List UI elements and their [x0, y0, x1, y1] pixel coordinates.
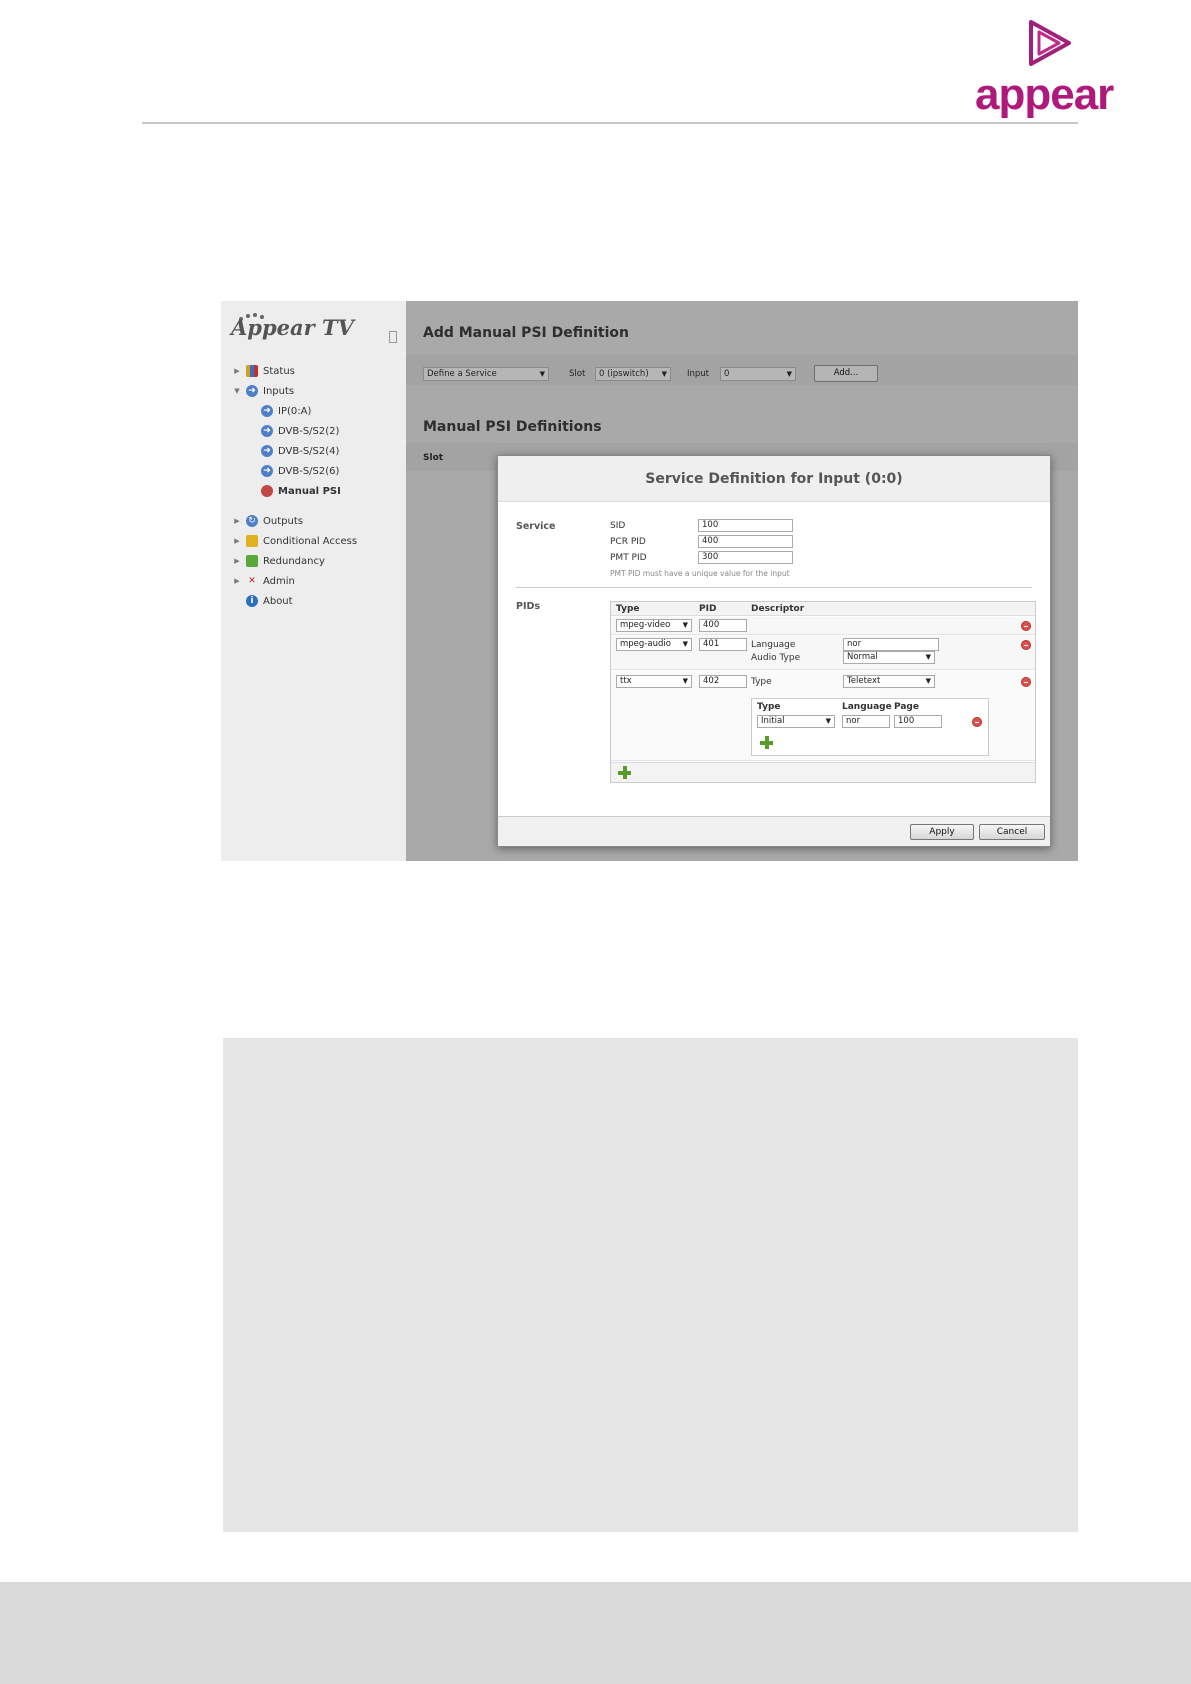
- sidebar-item-redundancy[interactable]: ▶ Redundancy: [233, 553, 325, 569]
- content-panel: [223, 1038, 1078, 1532]
- sidebar-item-dvb-4[interactable]: ➜ DVB-S/S2(4): [261, 443, 339, 459]
- sid-label: SID: [610, 521, 626, 531]
- pids-table-header: [611, 602, 1035, 616]
- remove-teletext-row-icon[interactable]: [972, 717, 982, 727]
- slot-select[interactable]: 0 (ipswitch) ▼: [595, 367, 671, 381]
- tools-icon: ✕: [248, 576, 256, 586]
- sidebar-item-conditional-access[interactable]: ▶ Conditional Access: [233, 533, 357, 549]
- page-footer: [0, 1582, 1191, 1684]
- chevron-down-icon: ▼: [682, 640, 688, 648]
- sidebar-item-inputs[interactable]: ▼ ➜ Inputs: [233, 383, 294, 399]
- input-select[interactable]: 0 ▼: [720, 367, 796, 381]
- descriptor-type-select[interactable]: Teletext ▼: [843, 675, 935, 688]
- output-arrow-icon: ↻: [246, 515, 258, 527]
- sidebar-item-admin[interactable]: ▶ ✕ Admin: [233, 573, 295, 589]
- pmt-pid-hint: PMT PID must have a unique value for the…: [610, 569, 790, 578]
- remove-row-icon[interactable]: [1021, 677, 1031, 687]
- pid-input[interactable]: 402: [699, 675, 747, 688]
- sid-input[interactable]: 100: [698, 519, 793, 532]
- teletext-type-header: Type: [757, 702, 781, 712]
- chevron-down-icon: ▼: [925, 677, 931, 685]
- teletext-type-select[interactable]: Initial ▼: [757, 715, 835, 728]
- section-divider: [516, 587, 1032, 588]
- chevron-down-icon: ▼: [786, 370, 792, 378]
- pcr-pid-label: PCR PID: [610, 537, 646, 547]
- dialog-title: Service Definition for Input (0:0): [498, 456, 1050, 502]
- language-label: Language: [751, 640, 796, 650]
- header-rule: [142, 122, 1078, 124]
- apply-button[interactable]: Apply: [910, 824, 974, 840]
- sidebar-item-outputs[interactable]: ▶ ↻ Outputs: [233, 513, 303, 529]
- pid-input[interactable]: 400: [699, 619, 747, 632]
- redundancy-icon: [246, 555, 258, 567]
- chevron-down-icon: ▼: [682, 677, 688, 685]
- teletext-table: Type Language Page Initial ▼ nor 100: [751, 698, 989, 756]
- pmt-pid-label: PMT PID: [610, 553, 647, 563]
- sidebar-item-about[interactable]: i About: [233, 593, 293, 609]
- brand-title: Appear TV: [231, 315, 354, 340]
- add-teletext-row-icon[interactable]: [760, 736, 773, 749]
- cancel-button[interactable]: Cancel: [979, 824, 1045, 840]
- teletext-page-input[interactable]: 100: [894, 715, 942, 728]
- input-arrow-icon: ➜: [246, 385, 258, 397]
- pid-input[interactable]: 401: [699, 638, 747, 651]
- add-pid-row-icon[interactable]: [618, 766, 631, 779]
- add-button[interactable]: Add...: [814, 365, 878, 382]
- chevron-down-icon: ▼: [661, 370, 667, 378]
- input-arrow-icon: ➜: [261, 425, 273, 437]
- page-title: Add Manual PSI Definition: [423, 325, 629, 341]
- input-arrow-icon: ➜: [261, 465, 273, 477]
- audio-type-label: Audio Type: [751, 653, 801, 663]
- type-column-header: Type: [616, 604, 640, 614]
- remove-row-icon[interactable]: [1021, 640, 1031, 650]
- screenshot-frame: Appear TV ▶ Status ▼ ➜ Inputs ➜ IP(0:A) ➜…: [221, 301, 1078, 861]
- appear-logo: appear: [975, 18, 1115, 119]
- pids-table: Type PID Descriptor mpeg-video ▼ 400 mpeg…: [610, 601, 1036, 783]
- pcr-pid-input[interactable]: 400: [698, 535, 793, 548]
- logo-wordmark: appear: [975, 70, 1114, 119]
- chevron-down-icon: ▼: [825, 717, 831, 725]
- info-icon: i: [246, 595, 258, 607]
- collapse-sidebar-icon[interactable]: [389, 331, 397, 343]
- pid-type-select[interactable]: mpeg-video ▼: [616, 619, 692, 632]
- play-logo-icon: [1029, 20, 1071, 66]
- pid-column-header: PID: [699, 604, 717, 614]
- chevron-down-icon: ▼: [682, 621, 688, 629]
- sidebar-item-ip[interactable]: ➜ IP(0:A): [261, 403, 311, 419]
- input-label: Input: [687, 369, 710, 379]
- descriptor-type-label: Type: [751, 677, 772, 687]
- pids-section-label: PIDs: [516, 601, 541, 612]
- sidebar: Appear TV ▶ Status ▼ ➜ Inputs ➜ IP(0:A) ➜…: [221, 301, 406, 861]
- teletext-language-header: Language: [842, 702, 892, 712]
- chevron-down-icon: ▼: [539, 370, 545, 378]
- service-section-label: Service: [516, 521, 556, 532]
- lock-icon: [246, 535, 258, 547]
- pids-table-footer: [611, 762, 1035, 782]
- chart-icon: [246, 365, 258, 377]
- define-type-select[interactable]: Define a Service ▼: [423, 367, 549, 381]
- sidebar-item-manual-psi[interactable]: Manual PSI: [261, 483, 341, 499]
- remove-row-icon[interactable]: [1021, 621, 1031, 631]
- sidebar-item-status[interactable]: ▶ Status: [233, 363, 295, 379]
- descriptor-column-header: Descriptor: [751, 604, 805, 614]
- slot-column-header: Slot: [423, 453, 444, 463]
- teletext-language-input[interactable]: nor: [842, 715, 890, 728]
- slot-label: Slot: [569, 369, 586, 379]
- language-input[interactable]: nor: [843, 638, 939, 651]
- pid-type-select[interactable]: ttx ▼: [616, 675, 692, 688]
- manual-psi-icon: [261, 485, 273, 497]
- input-arrow-icon: ➜: [261, 445, 273, 457]
- sidebar-item-dvb-6[interactable]: ➜ DVB-S/S2(6): [261, 463, 339, 479]
- audio-type-select[interactable]: Normal ▼: [843, 651, 935, 664]
- service-definition-dialog: Service Definition for Input (0:0) Servi…: [497, 455, 1051, 847]
- definitions-title: Manual PSI Definitions: [423, 419, 602, 435]
- pmt-pid-input[interactable]: 300: [698, 551, 793, 564]
- pid-type-select[interactable]: mpeg-audio ▼: [616, 638, 692, 651]
- sidebar-item-dvb-2[interactable]: ➜ DVB-S/S2(2): [261, 423, 339, 439]
- input-arrow-icon: ➜: [261, 405, 273, 417]
- chevron-down-icon: ▼: [925, 653, 931, 661]
- teletext-page-header: Page: [894, 702, 919, 712]
